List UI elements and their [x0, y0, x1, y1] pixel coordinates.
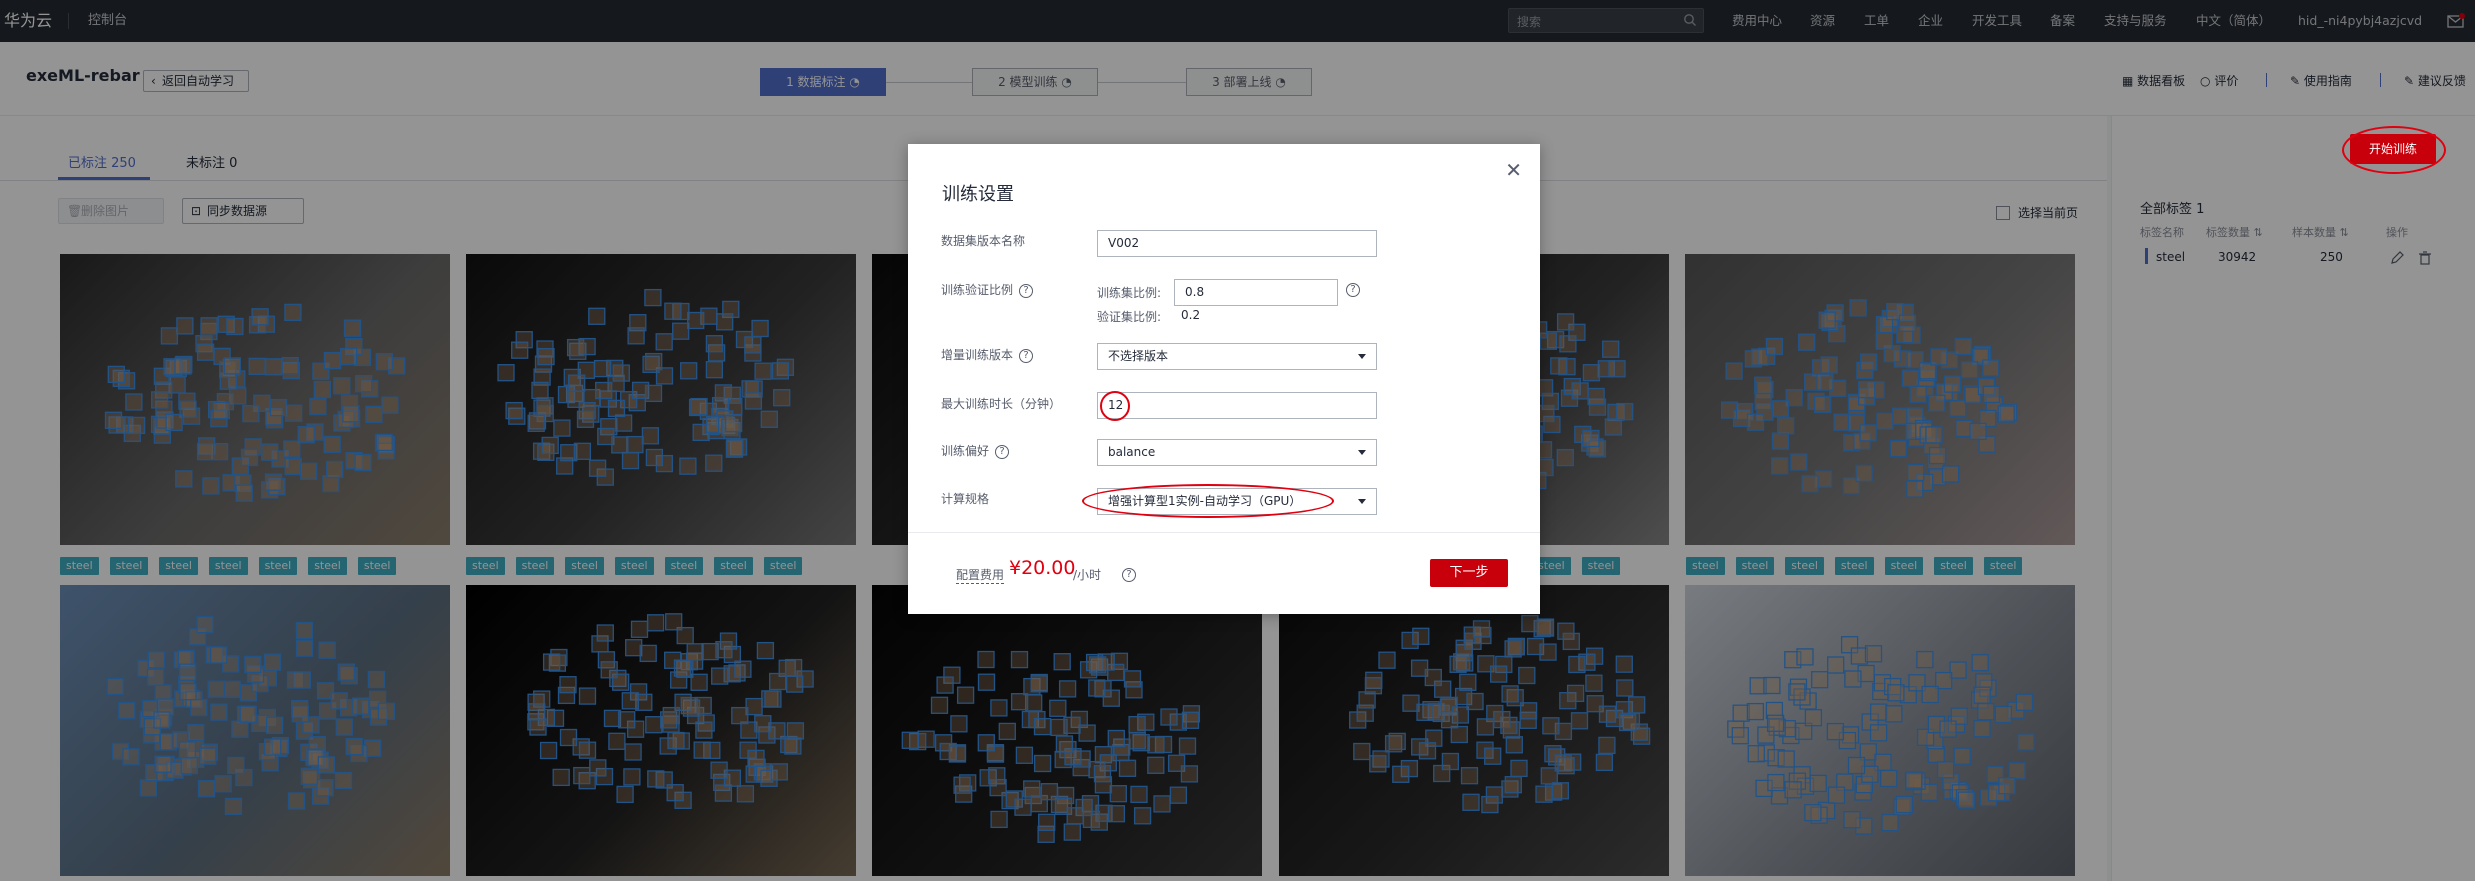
select-value: 不选择版本: [1108, 349, 1169, 363]
max-duration-label: 最大训练时长（分钟）: [941, 397, 1062, 411]
help-icon: ?: [1122, 567, 1136, 582]
training-settings-dialog: 训练设置 ✕ 数据集版本名称 V002 训练验证比例? 训练集比例: 0.8 ?…: [908, 144, 1540, 614]
chevron-down-icon: [1358, 354, 1366, 359]
train-ratio-label: 训练集比例:: [1097, 286, 1162, 300]
select-value: balance: [1108, 445, 1156, 459]
chevron-down-icon: [1358, 499, 1366, 504]
help-icon[interactable]: ?: [1019, 283, 1034, 298]
dialog-title: 训练设置: [942, 184, 1014, 205]
compute-spec-label: 计算规格: [941, 492, 990, 506]
val-ratio-value: 0.2: [1181, 308, 1201, 322]
max-duration-input[interactable]: 12: [1097, 392, 1377, 419]
version-name-input[interactable]: V002: [1097, 230, 1377, 257]
train-ratio-input[interactable]: 0.8: [1174, 279, 1338, 306]
fee-help[interactable]: ?: [1122, 564, 1136, 583]
close-icon[interactable]: ✕: [1505, 160, 1522, 180]
incremental-text: 增量训练版本: [941, 348, 1014, 362]
highlight-annotation: [1100, 391, 1130, 421]
chevron-down-icon: [1358, 450, 1366, 455]
val-ratio-label: 验证集比例:: [1097, 310, 1162, 324]
split-ratio-label: 训练验证比例?: [941, 281, 1034, 298]
price-value: ¥20.00: [1009, 557, 1076, 579]
version-name-label: 数据集版本名称: [941, 234, 1026, 248]
highlight-annotation: [1082, 484, 1334, 518]
help-icon[interactable]: ?: [1019, 348, 1034, 363]
config-fee-label[interactable]: 配置费用: [956, 566, 1005, 584]
highlight-annotation: [2342, 126, 2446, 174]
next-step-button[interactable]: 下一步: [1430, 559, 1508, 587]
split-ratio-text: 训练验证比例: [941, 283, 1014, 297]
preference-text: 训练偏好: [941, 444, 990, 458]
training-preference-label: 训练偏好?: [941, 442, 1010, 459]
help-icon[interactable]: ?: [995, 444, 1010, 459]
price-unit: /小时: [1073, 568, 1102, 582]
incremental-version-select[interactable]: 不选择版本: [1097, 343, 1377, 370]
training-preference-select[interactable]: balance: [1097, 439, 1377, 466]
help-icon: ?: [1346, 282, 1360, 297]
train-ratio-help[interactable]: ?: [1346, 282, 1360, 297]
incremental-version-label: 增量训练版本?: [941, 346, 1034, 363]
